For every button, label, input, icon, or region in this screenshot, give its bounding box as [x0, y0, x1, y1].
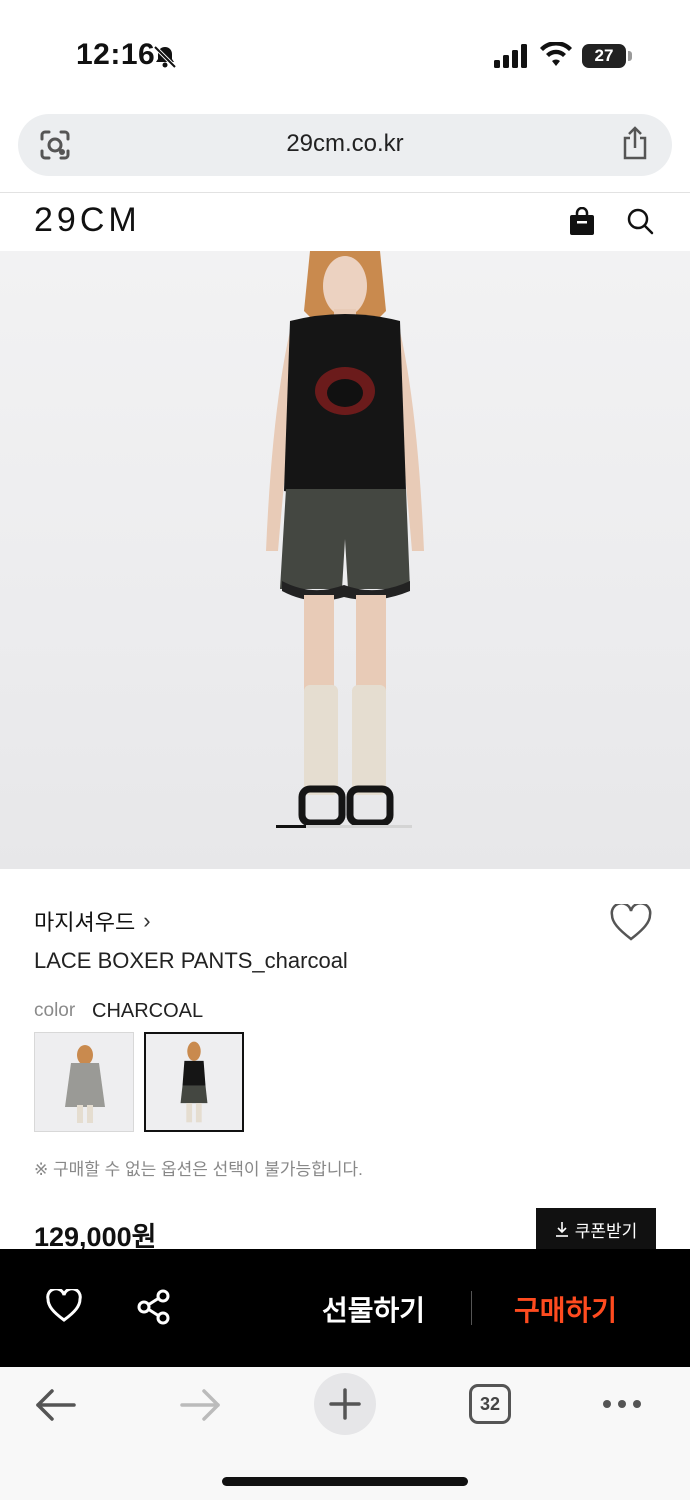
more-options-icon[interactable]: [602, 1399, 642, 1409]
divider: [471, 1291, 472, 1325]
brand-name: 마지셔우드: [34, 910, 136, 935]
bell-slash-icon: [153, 45, 177, 69]
color-label: color: [34, 1000, 76, 1021]
wifi-icon: [540, 42, 572, 66]
battery-indicator: 27: [582, 44, 626, 68]
product-name: LACE BOXER PANTS_charcoal: [34, 948, 348, 973]
search-icon[interactable]: [626, 207, 654, 235]
option-notice: ※ 구매할 수 없는 옵션은 선택이 불가능합니다.: [34, 1160, 363, 1179]
color-option-thumbnail-selected[interactable]: [144, 1032, 244, 1132]
color-value: CHARCOAL: [92, 1000, 204, 1022]
download-icon: [555, 1222, 568, 1237]
product-image-carousel[interactable]: [0, 251, 690, 869]
heart-icon[interactable]: [610, 904, 652, 942]
site-logo[interactable]: 29CM: [34, 201, 141, 240]
site-header: 29CM: [0, 193, 690, 251]
buy-button[interactable]: 구매하기: [514, 1289, 617, 1329]
signal-icon: [494, 44, 527, 68]
purchase-bar: 선물하기 구매하기: [0, 1249, 690, 1367]
chevron-right-icon: ›: [143, 908, 151, 933]
color-option-thumbnail[interactable]: [34, 1032, 134, 1132]
shopping-bag-icon[interactable]: [568, 207, 596, 237]
share-nodes-icon[interactable]: [136, 1289, 172, 1325]
new-tab-button[interactable]: [314, 1373, 376, 1435]
plus-icon: [329, 1388, 361, 1420]
gift-button[interactable]: 선물하기: [322, 1289, 425, 1329]
thumbnail-image: [146, 1034, 242, 1130]
address-bar[interactable]: 29cm.co.kr: [18, 114, 672, 176]
tab-switcher-button[interactable]: 32: [469, 1384, 511, 1424]
share-icon[interactable]: [620, 126, 650, 162]
product-photo: [266, 251, 424, 827]
battery-tip: [628, 51, 632, 61]
forward-arrow-icon[interactable]: [180, 1389, 222, 1421]
coupon-button[interactable]: 쿠폰받기: [536, 1208, 656, 1250]
carousel-indicator-active: [276, 825, 306, 828]
carousel-indicator: [276, 825, 412, 828]
status-time: 12:16: [76, 38, 156, 71]
brand-link[interactable]: 마지셔우드 ›: [34, 905, 151, 937]
thumbnail-image: [35, 1033, 133, 1131]
home-indicator: [222, 1477, 468, 1486]
coupon-label: 쿠폰받기: [574, 1221, 638, 1241]
url-text[interactable]: 29cm.co.kr: [18, 130, 672, 158]
wishlist-heart-icon[interactable]: [46, 1289, 82, 1323]
back-arrow-icon[interactable]: [34, 1389, 76, 1421]
status-bar: 12:16 27: [0, 0, 690, 100]
